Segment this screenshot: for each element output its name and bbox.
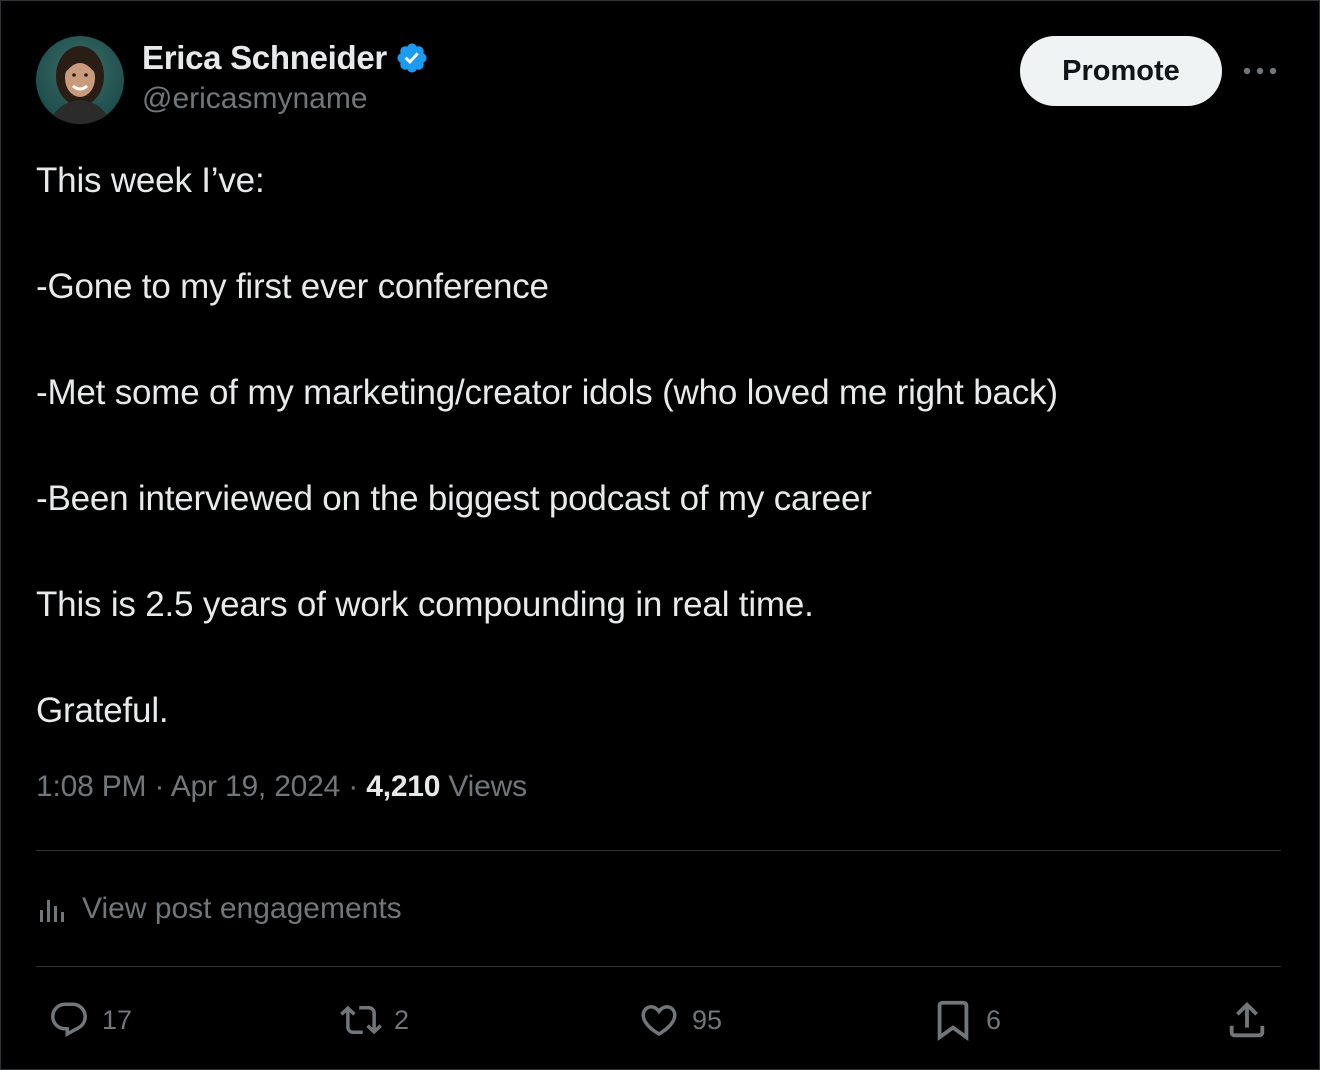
views-label: Views: [440, 770, 527, 803]
tweet-line: Grateful.: [36, 691, 169, 730]
tweet-time[interactable]: 1:08 PM: [36, 770, 147, 803]
like-button[interactable]: 95: [636, 994, 722, 1046]
repost-count: 2: [394, 1004, 410, 1035]
meta-separator: ·: [146, 770, 171, 803]
tweet-line: -Gone to my first ever conference: [36, 267, 549, 306]
avatar[interactable]: [36, 36, 124, 124]
tweet-line: This is 2.5 years of work compounding in…: [36, 585, 814, 624]
author-name[interactable]: Erica Schneider: [142, 39, 387, 77]
share-icon: [1229, 1001, 1265, 1038]
views-count: 4,210: [366, 770, 441, 803]
view-engagements-link[interactable]: View post engagements: [36, 886, 402, 932]
author-handle[interactable]: @ericasmyname: [142, 82, 368, 116]
reply-count: 17: [102, 1004, 133, 1035]
bookmark-count: 6: [986, 1004, 1002, 1035]
avatar-photo: [50, 46, 110, 124]
tweet-date[interactable]: Apr 19, 2024: [171, 770, 341, 803]
like-count: 95: [692, 1004, 723, 1035]
verified-badge-icon: [397, 43, 427, 73]
bookmark-icon: [937, 1000, 969, 1041]
more-options-icon[interactable]: [1240, 56, 1280, 86]
meta-separator: ·: [340, 770, 367, 803]
heart-icon: [641, 1005, 677, 1037]
author-name-row[interactable]: Erica Schneider: [142, 38, 429, 78]
tweet-line: -Met some of my marketing/creator idols …: [36, 373, 1058, 412]
bookmark-button[interactable]: 6: [930, 994, 1001, 1046]
divider: [36, 966, 1281, 967]
tweet-text: This week I’ve: -Gone to my first ever c…: [36, 156, 1286, 736]
divider: [36, 850, 1281, 851]
promote-button[interactable]: Promote: [1020, 36, 1222, 106]
share-button[interactable]: [1224, 994, 1270, 1046]
tweet-line: This week I’ve:: [36, 161, 265, 200]
view-engagements-label[interactable]: View post engagements: [82, 892, 402, 926]
reply-button[interactable]: 17: [46, 994, 132, 1046]
repost-icon: [340, 1005, 382, 1035]
repost-button[interactable]: 2: [338, 994, 409, 1046]
tweet-line: -Been interviewed on the biggest podcast…: [36, 479, 872, 518]
tweet-meta: 1:08 PM · Apr 19, 2024 · 4,210 Views: [36, 770, 527, 804]
analytics-icon: [40, 900, 64, 922]
reply-icon: [51, 1002, 87, 1037]
